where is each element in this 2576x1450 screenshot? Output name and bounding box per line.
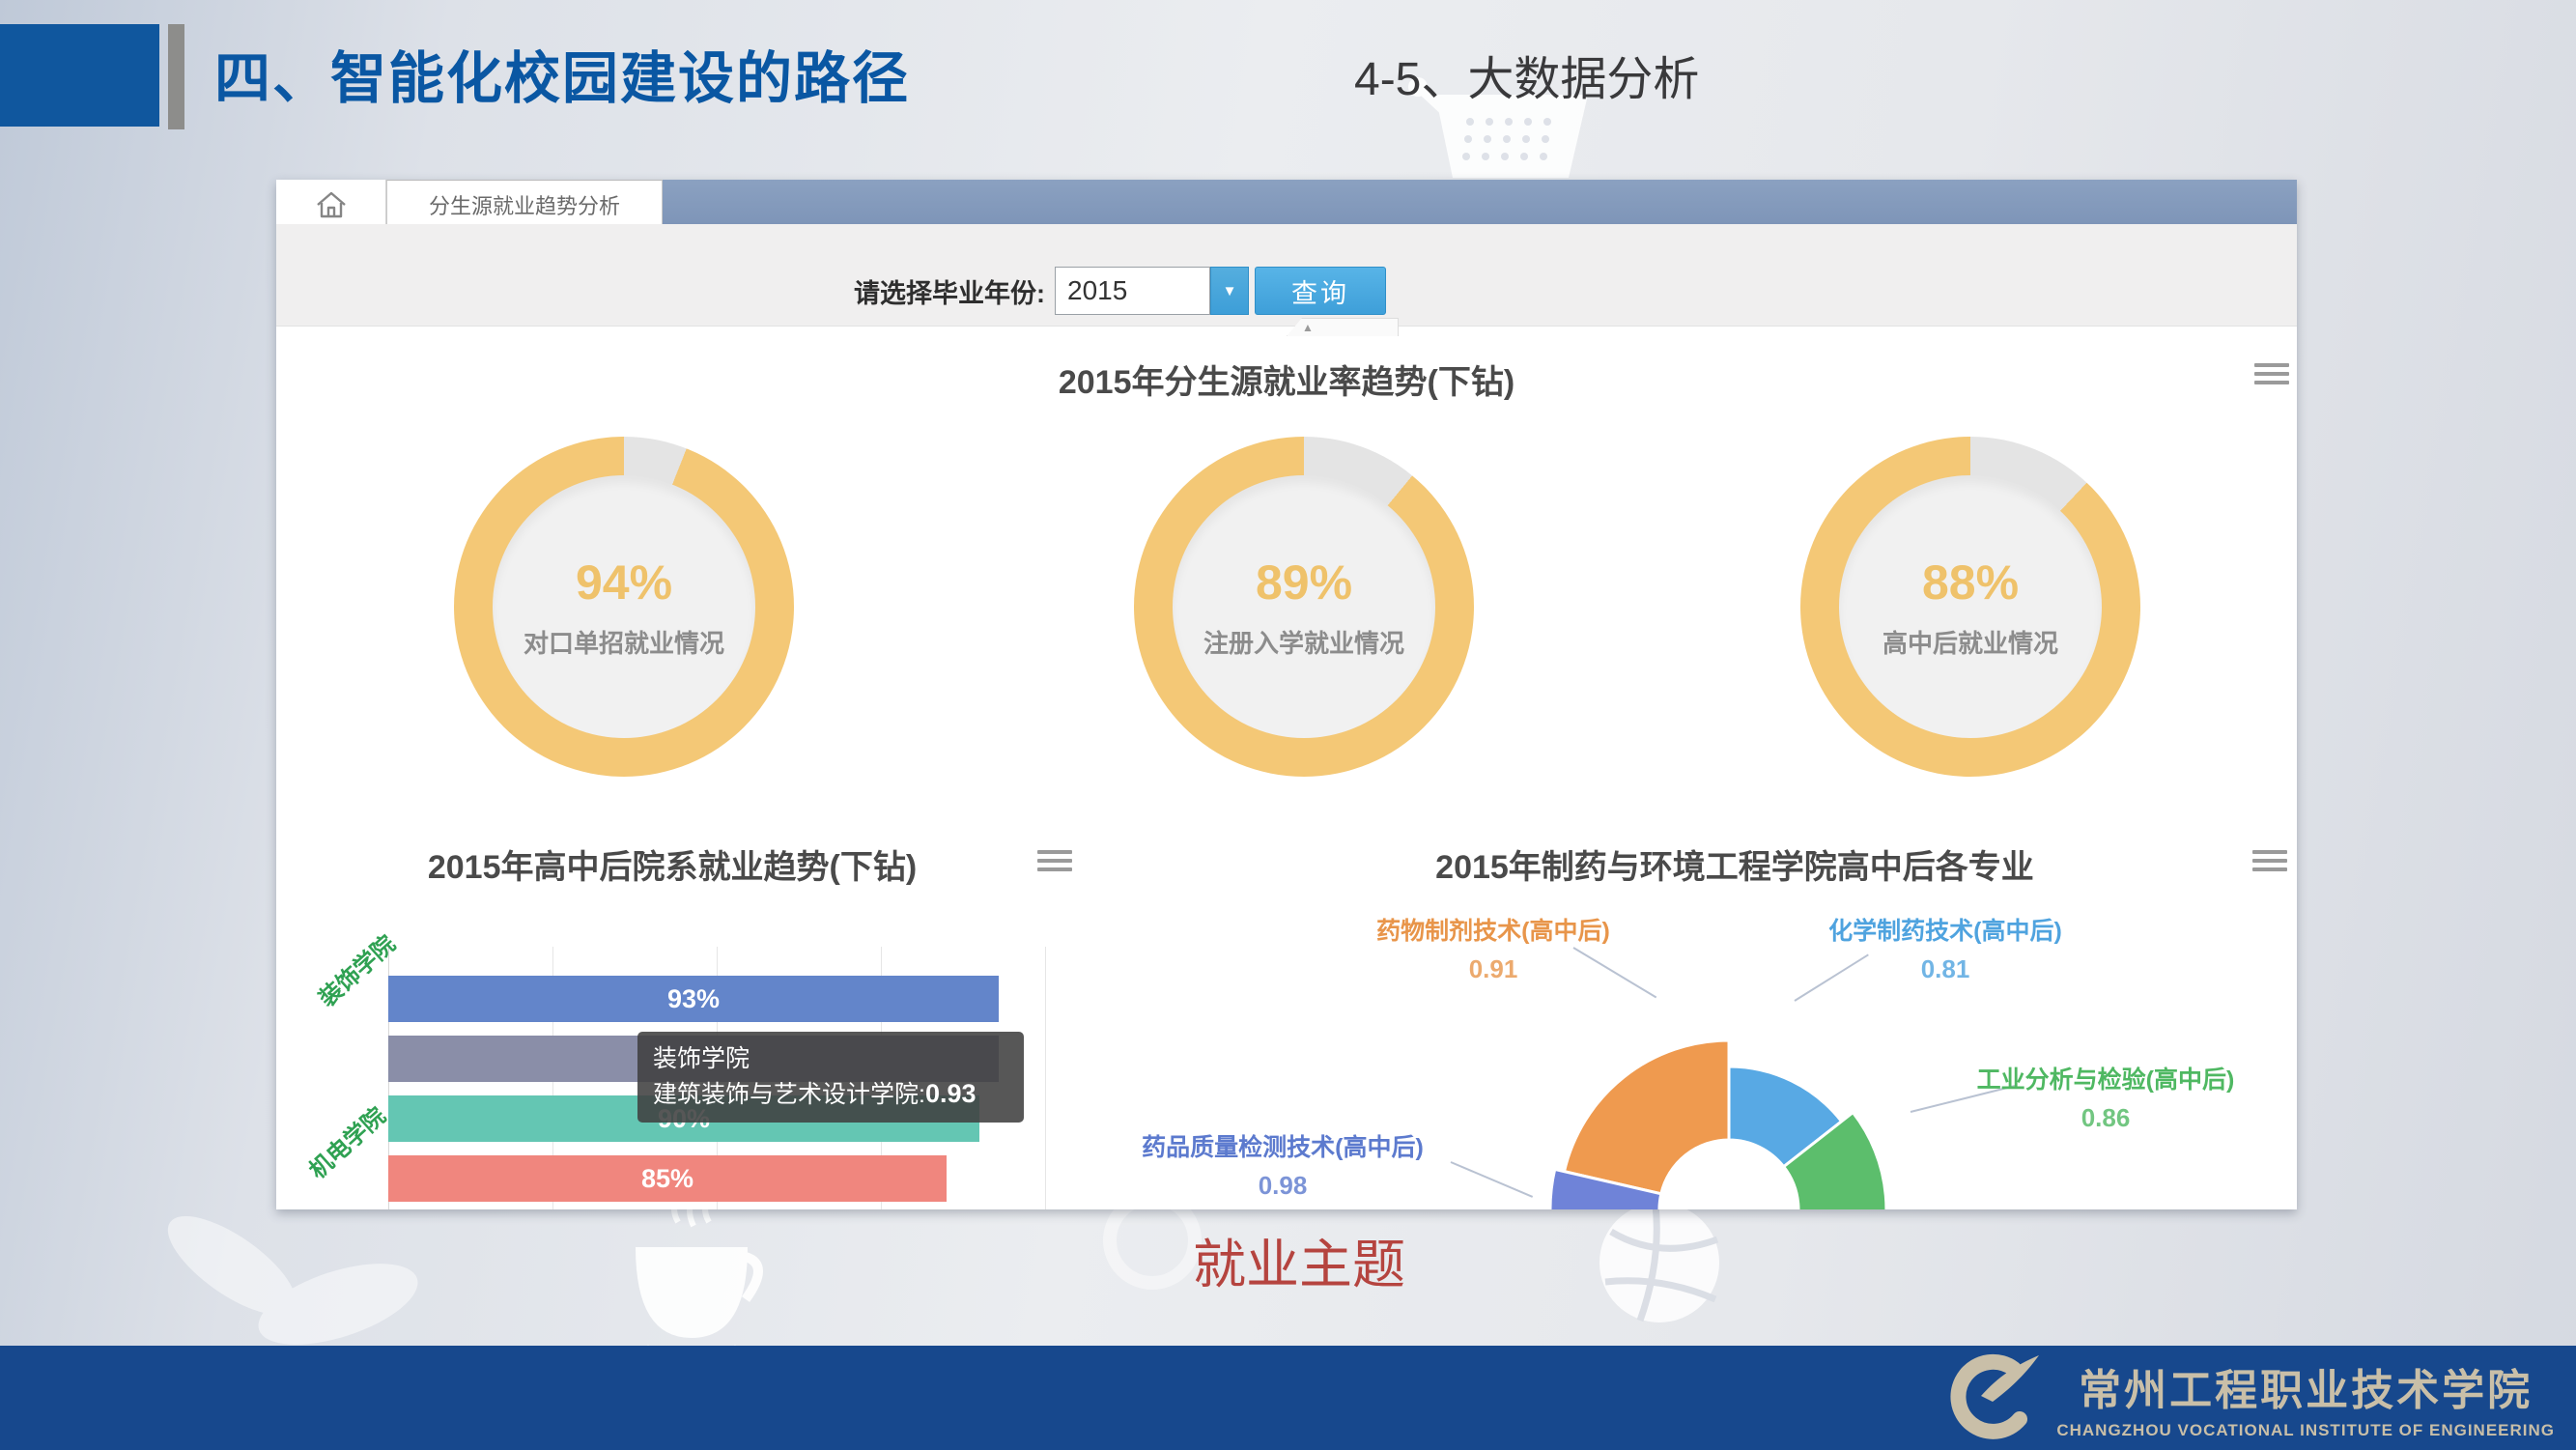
bar-axis-label-jidian: 机电学院	[300, 1097, 392, 1184]
institute-name-en: CHANGZHOU VOCATIONAL INSTITUTE OF ENGINE…	[2056, 1421, 2555, 1440]
bar-zhuangshi[interactable]: 93%	[388, 976, 999, 1022]
rose-label-yaopinzhiliang: 药品质量检测技术(高中后) 0.98	[1109, 1128, 1457, 1201]
gauge-label: 高中后就业情况	[1882, 624, 2058, 660]
institute-logo: 常州工程职业技术学院 CHANGZHOU VOCATIONAL INSTITUT…	[1942, 1353, 2555, 1442]
footer-bar: 常州工程职业技术学院 CHANGZHOU VOCATIONAL INSTITUT…	[0, 1346, 2576, 1450]
bar-value-label: 85%	[641, 1164, 694, 1194]
year-dropdown-button[interactable]: ▼	[1210, 267, 1249, 315]
tab-label: 分生源就业趋势分析	[429, 189, 620, 220]
dashboard-panel: 分生源就业趋势分析 请选择毕业年份: 2015 ▼ 查询 ▲ 2015年分生源就…	[276, 180, 2297, 1209]
rose-value: 0.81	[1771, 954, 2119, 984]
gridline	[1045, 947, 1046, 1209]
tab-employment-trend-analysis[interactable]: 分生源就业趋势分析	[386, 180, 663, 230]
slide-caption: 就业主题	[1058, 1221, 1541, 1298]
leaves-watermark-icon	[126, 1212, 435, 1348]
page-subtitle: 4-5、大数据分析	[1354, 41, 1699, 108]
institute-name-cn: 常州工程职业技术学院	[2056, 1355, 2555, 1417]
institute-logo-icon	[1942, 1353, 2043, 1442]
bar-chart-tooltip: 装饰学院 建筑装饰与艺术设计学院:0.93	[637, 1032, 1024, 1123]
bar-chart-menu-icon[interactable]	[1037, 850, 1072, 876]
rose-value: 0.91	[1319, 954, 1667, 984]
gauge-chart-title: 2015年分生源就业率趋势(下钻)	[276, 355, 2297, 403]
chevron-down-icon: ▼	[1223, 283, 1237, 299]
query-button-label: 查询	[1291, 272, 1349, 310]
rose-label-gongyefenxi: 工业分析与检验(高中后) 0.86	[1932, 1061, 2279, 1133]
gauge-chart-menu-icon[interactable]	[2254, 363, 2289, 389]
gauge-center: 94% 对口单招就业情况	[493, 475, 755, 738]
home-icon	[314, 189, 349, 220]
year-select-input[interactable]: 2015	[1055, 267, 1210, 315]
gauge-label: 注册入学就业情况	[1203, 624, 1404, 660]
rose-chart-title: 2015年制药与环境工程学院高中后各专业	[1397, 840, 2073, 888]
collapse-arrow-icon: ▲	[1302, 321, 1314, 334]
gauge-center: 89% 注册入学就业情况	[1173, 475, 1435, 738]
home-button[interactable]	[276, 180, 386, 230]
rose-chart-menu-icon[interactable]	[2252, 850, 2287, 876]
tooltip-value: 0.93	[925, 1079, 977, 1108]
query-button[interactable]: 查询	[1255, 267, 1386, 315]
tooltip-line2: 建筑装饰与艺术设计学院:0.93	[653, 1076, 1008, 1112]
gauge-value: 94%	[576, 554, 672, 611]
rose-chart	[1516, 997, 1941, 1209]
flower-watermark-icon	[1572, 1193, 1746, 1338]
title-accent-bar	[168, 24, 184, 129]
year-value: 2015	[1067, 275, 1127, 306]
rose-slice-yaowuzhiji[interactable]	[1565, 1040, 1730, 1194]
filter-label: 请选择毕业年份:	[854, 272, 1045, 310]
gauge-value: 89%	[1256, 554, 1352, 611]
rose-label-yaowuzhiji: 药物制剂技术(高中后) 0.91	[1319, 912, 1667, 984]
bar-chart-title: 2015年高中后院系就业趋势(下钻)	[334, 840, 1010, 888]
section-title: 四、智能化校园建设的路径	[214, 33, 910, 114]
rose-label-huaxuezhiyao: 化学制药技术(高中后) 0.81	[1771, 912, 2119, 984]
tooltip-line1: 装饰学院	[653, 1041, 1008, 1076]
bar-value-label: 93%	[667, 984, 720, 1014]
bar-fourth[interactable]: 85%	[388, 1155, 947, 1202]
corner-accent-square	[0, 24, 159, 127]
rose-value: 0.98	[1109, 1171, 1457, 1201]
rose-value: 0.86	[1932, 1103, 2279, 1133]
gauge-value: 88%	[1922, 554, 2019, 611]
gauge-label: 对口单招就业情况	[524, 624, 724, 660]
gauge-center: 88% 高中后就业情况	[1839, 475, 2102, 738]
